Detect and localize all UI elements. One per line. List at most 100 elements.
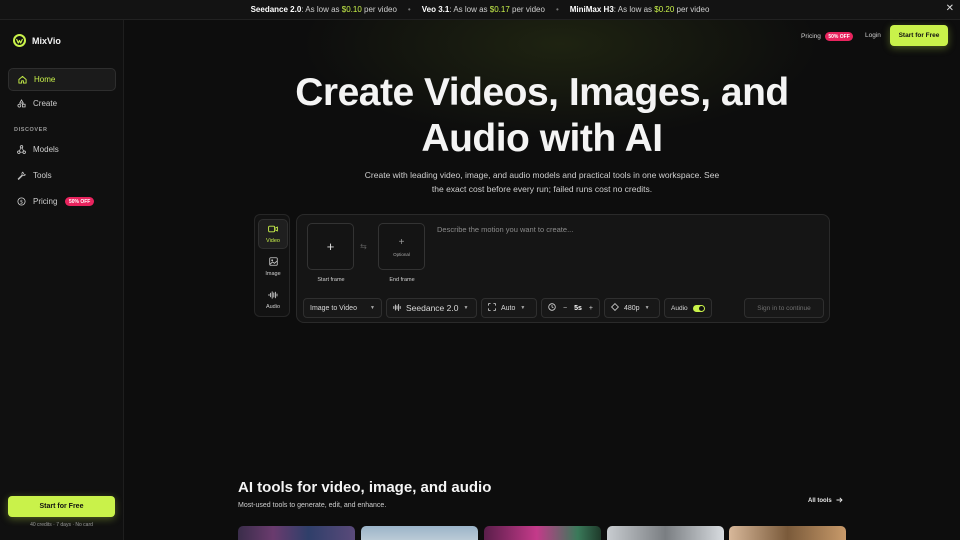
announcement-unit: per video xyxy=(674,5,710,14)
generation-mode-value: Image to Video xyxy=(310,304,357,312)
aspect-ratio-value: Auto xyxy=(501,304,516,312)
tool-thumbnail[interactable] xyxy=(238,526,355,540)
duration-increase-button[interactable]: + xyxy=(589,305,593,312)
tool-thumbnail[interactable] xyxy=(607,526,724,540)
sidebar-item-label: Create xyxy=(33,99,58,108)
dollar-coin-icon: $ xyxy=(17,197,26,206)
sidebar-item-pricing[interactable]: $ Pricing 50% OFF xyxy=(8,190,116,213)
end-frame-label: End frame xyxy=(389,277,415,283)
announcement-unit: per video xyxy=(509,5,545,14)
model-select[interactable]: Seedance 2.0 ▼ xyxy=(386,298,477,318)
sidebar-item-tools[interactable]: Tools xyxy=(8,164,116,187)
audio-wave-icon xyxy=(268,290,278,301)
generation-mode-select[interactable]: Image to Video ▼ xyxy=(303,298,382,318)
sidebar-item-home[interactable]: Home xyxy=(8,68,116,91)
chevron-down-icon: ▼ xyxy=(520,305,526,311)
mode-rail: Video Image Audio xyxy=(254,214,290,317)
sidebar-item-models[interactable]: Models xyxy=(8,138,116,161)
announcement-item-minimax[interactable]: MiniMax H3: As low as $0.20 per video xyxy=(570,5,710,14)
plus-icon: + xyxy=(326,239,335,254)
sign-in-to-continue-button[interactable]: Sign in to continue xyxy=(744,298,824,318)
duration-decrease-button[interactable]: − xyxy=(563,305,567,312)
arrow-right-icon xyxy=(836,497,843,505)
sidebar-section-discover: DISCOVER xyxy=(14,127,48,133)
login-link[interactable]: Login xyxy=(865,32,881,39)
sidebar-item-label: Tools xyxy=(33,171,52,180)
announcement-price: $0.17 xyxy=(489,5,510,14)
toggle-switch[interactable] xyxy=(692,304,705,312)
optional-label: Optional xyxy=(393,252,410,257)
all-tools-link[interactable]: All tools xyxy=(808,497,843,505)
announcement-text: : As low as xyxy=(301,5,342,14)
hero-title-line: Create Videos, Images, and xyxy=(295,71,789,114)
audio-toggle-label: Audio xyxy=(671,304,688,312)
announcement-separator: • xyxy=(555,5,559,14)
close-icon[interactable]: ✕ xyxy=(946,3,954,14)
tool-thumbnail[interactable] xyxy=(361,526,478,540)
chevron-down-icon: ▼ xyxy=(370,305,375,311)
tools-section-subtitle: Most-used tools to generate, edit, and e… xyxy=(238,502,387,509)
mode-audio-button[interactable]: Audio xyxy=(258,285,288,315)
announcement-item-veo[interactable]: Veo 3.1: As low as $0.17 per video xyxy=(422,5,545,14)
discount-badge: 50% OFF xyxy=(65,197,94,206)
sidebar-cta-note: 40 credits · 7 days · No card xyxy=(30,522,93,528)
diamond-icon xyxy=(611,303,619,313)
mode-label: Audio xyxy=(265,303,281,310)
create-shapes-icon xyxy=(17,99,26,108)
tool-thumbnail[interactable] xyxy=(729,526,846,540)
resolution-value: 480p xyxy=(624,304,640,312)
all-tools-label: All tools xyxy=(808,498,832,504)
sidebar-item-label: Models xyxy=(33,145,59,154)
sidebar-start-free-button[interactable]: Start for Free xyxy=(8,496,115,517)
chevron-down-icon: ▼ xyxy=(463,305,469,311)
hero-title: Create Videos, Images, and Audio with AI xyxy=(232,70,852,162)
logo-mark-icon xyxy=(13,34,26,47)
tools-section-title: AI tools for video, image, and audio xyxy=(238,479,492,496)
start-frame-label: Start frame xyxy=(317,277,345,283)
resolution-select[interactable]: 480p ▼ xyxy=(604,298,660,318)
duration-stepper[interactable]: − 5s + xyxy=(541,298,600,318)
audio-toggle[interactable]: Audio xyxy=(664,298,712,318)
hero-subtitle: Create with leading video, image, and au… xyxy=(364,170,720,194)
announcement-unit: per video xyxy=(361,5,397,14)
mode-label: Image xyxy=(265,271,281,277)
model-value: Seedance 2.0 xyxy=(406,303,459,313)
announcement-separator: • xyxy=(407,5,411,14)
expand-corners-icon xyxy=(488,303,496,313)
header-pricing-label: Pricing xyxy=(801,33,821,40)
image-icon xyxy=(268,257,278,268)
wrench-icon xyxy=(17,171,26,180)
svg-text:$: $ xyxy=(20,199,23,205)
chevron-down-icon: ▼ xyxy=(644,305,650,311)
header-pricing-link[interactable]: Pricing 50% OFF xyxy=(801,32,854,41)
prompt-input[interactable]: Describe the motion you want to create..… xyxy=(437,225,573,234)
announcement-model-name: Seedance 2.0 xyxy=(250,5,302,14)
home-icon xyxy=(18,75,27,84)
sidebar-item-label: Home xyxy=(34,75,56,84)
mode-label: Video xyxy=(266,237,280,244)
sidebar-item-create[interactable]: Create xyxy=(8,92,116,115)
composer-panel: + Start frame ⇆ + Optional End frame Des… xyxy=(296,214,830,323)
clock-icon xyxy=(548,303,556,313)
sidebar-item-label: Pricing xyxy=(33,197,58,206)
swap-frames-icon[interactable]: ⇆ xyxy=(360,242,367,251)
announcement-price: $0.20 xyxy=(654,5,675,14)
header-start-free-button[interactable]: Start for Free xyxy=(890,25,948,46)
mode-video-button[interactable]: Video xyxy=(258,219,288,249)
announcement-item-seedance[interactable]: Seedance 2.0: As low as $0.10 per video xyxy=(251,5,397,14)
announcement-model-name: Veo 3.1 xyxy=(421,5,450,14)
mode-image-button[interactable]: Image xyxy=(258,252,288,282)
model-waveform-icon xyxy=(393,303,401,313)
video-camera-icon xyxy=(268,225,278,235)
announcement-price: $0.10 xyxy=(341,5,362,14)
announcement-model-name: MiniMax H3 xyxy=(569,5,614,14)
models-nodes-icon xyxy=(17,145,26,154)
logo[interactable]: MixVio xyxy=(13,34,61,47)
announcement-bar: Seedance 2.0: As low as $0.10 per video … xyxy=(0,0,960,20)
aspect-ratio-select[interactable]: Auto ▼ xyxy=(481,298,537,318)
brand-name: MixVio xyxy=(32,35,61,46)
discount-badge: 50% OFF xyxy=(824,32,854,41)
tool-thumbnail[interactable] xyxy=(484,526,601,540)
end-frame-upload[interactable]: + Optional xyxy=(378,223,425,270)
start-frame-upload[interactable]: + xyxy=(307,223,354,270)
